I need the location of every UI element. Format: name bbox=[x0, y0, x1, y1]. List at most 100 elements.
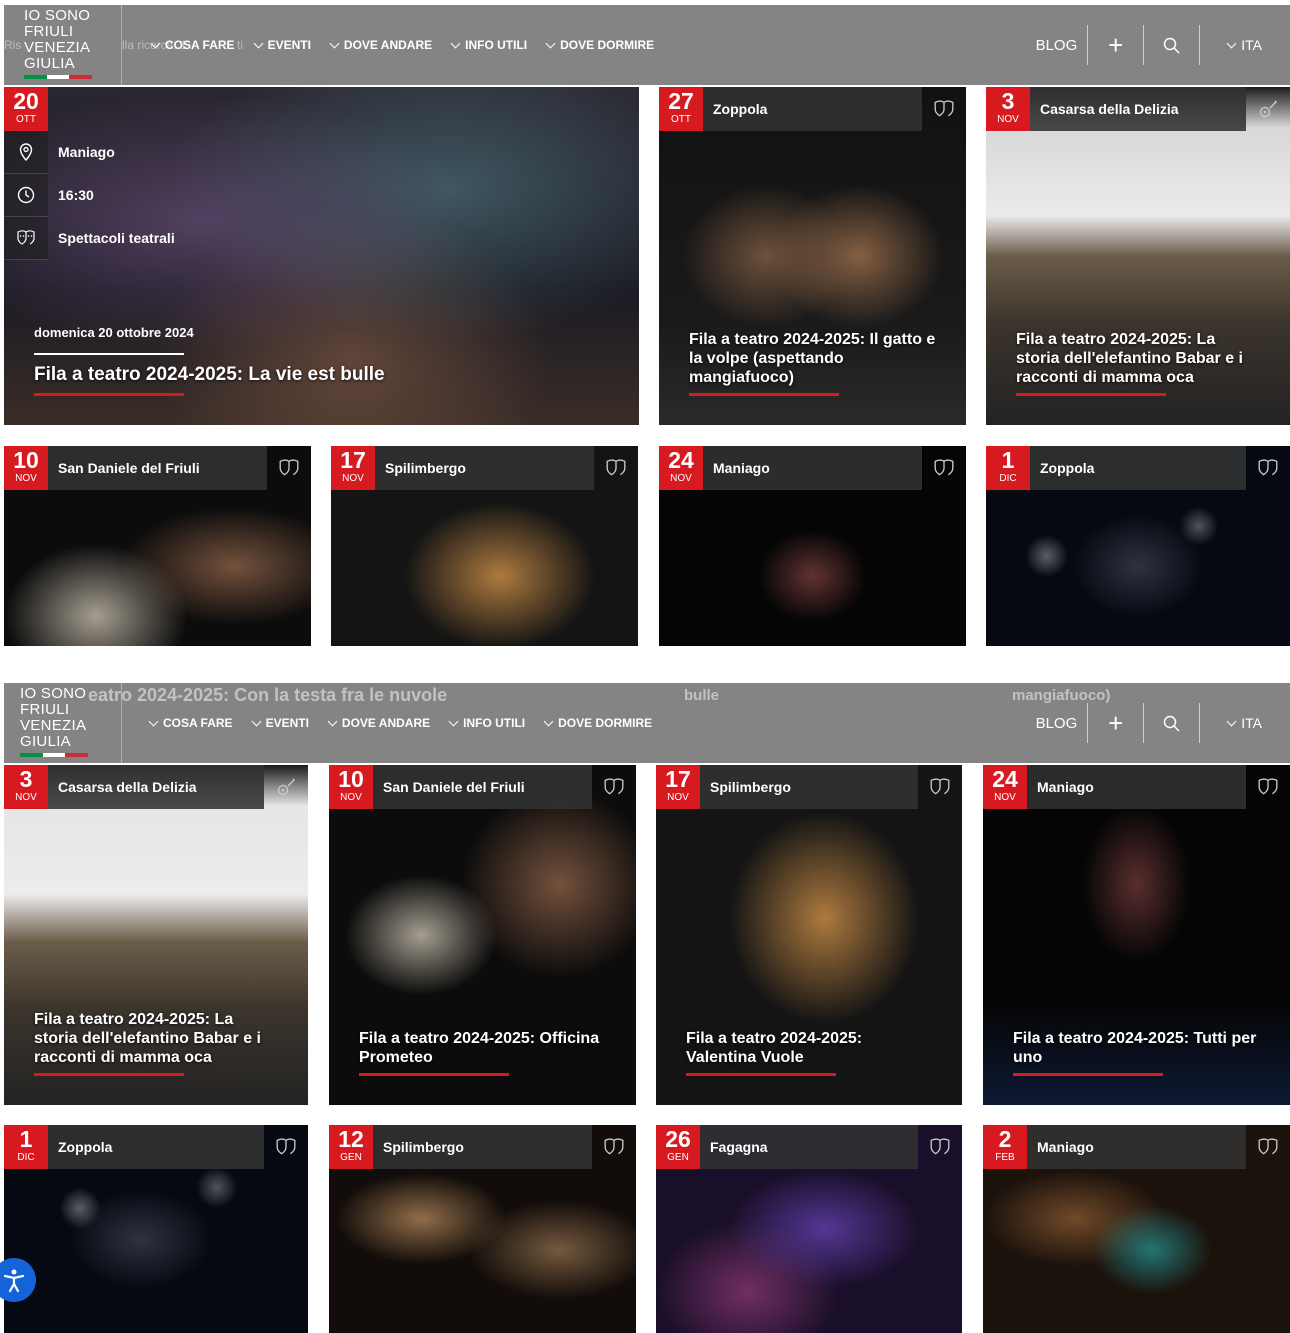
event-card[interactable]: 17 NOV Spilimbergo bbox=[331, 446, 638, 646]
menu-info-utili[interactable]: INFO UTILI bbox=[448, 716, 525, 730]
search-icon[interactable] bbox=[1144, 703, 1199, 743]
date-month: GEN bbox=[667, 1152, 689, 1163]
event-location: Spilimbergo bbox=[700, 765, 918, 809]
event-title[interactable]: Fila a teatro 2024-2025: Tutti per uno bbox=[1013, 1029, 1260, 1067]
theater-masks-icon bbox=[594, 446, 638, 490]
theater-masks-icon bbox=[592, 765, 636, 809]
date-badge: 1 DIC bbox=[986, 446, 1030, 490]
date-badge: 24 NOV bbox=[983, 765, 1027, 809]
header-actions: BLOG + ITA bbox=[1036, 5, 1290, 85]
plus-icon[interactable]: + bbox=[1088, 703, 1143, 743]
event-location: Fagagna bbox=[700, 1125, 918, 1169]
date-month: DIC bbox=[999, 473, 1017, 484]
main-menu: COSA FARE EVENTI DOVE ANDARE INFO UTILI … bbox=[148, 683, 652, 763]
menu-dove-andare[interactable]: DOVE ANDARE bbox=[327, 716, 430, 730]
date-badge: 3 NOV bbox=[4, 765, 48, 809]
blog-link[interactable]: BLOG bbox=[1036, 37, 1088, 54]
event-card[interactable]: 26 GEN Fagagna bbox=[656, 1125, 962, 1333]
menu-cosa-fare[interactable]: COSA FARE bbox=[150, 38, 235, 52]
date-badge: 1 DIC bbox=[4, 1125, 48, 1169]
chevron-down-icon bbox=[148, 716, 159, 726]
event-card[interactable]: 3 NOV Casarsa della Delizia Fila a teatro… bbox=[986, 87, 1290, 425]
featured-title[interactable]: Fila a teatro 2024-2025: La vie est bull… bbox=[34, 364, 385, 386]
date-month: NOV bbox=[15, 792, 37, 803]
chevron-down-icon bbox=[251, 716, 262, 726]
search-icon[interactable] bbox=[1144, 25, 1199, 65]
chevron-down-icon bbox=[253, 38, 264, 48]
event-card[interactable]: 27 OTT Zoppola Fila a teatro 2024-2025: I… bbox=[659, 87, 966, 425]
theater-masks-icon bbox=[918, 765, 962, 809]
date-badge: 17 NOV bbox=[656, 765, 700, 809]
date-badge: 20 OTT bbox=[4, 87, 48, 131]
date-day: 24 bbox=[668, 447, 694, 473]
site-logo[interactable]: IO SONO FRIULI VENEZIA GIULIA bbox=[4, 5, 122, 85]
date-badge: 2 FEB bbox=[983, 1125, 1027, 1169]
date-day: 27 bbox=[668, 88, 694, 114]
logo-line: IO SONO bbox=[24, 7, 91, 24]
event-location: Spilimbergo bbox=[375, 446, 594, 490]
logo-line: GIULIA bbox=[20, 733, 71, 750]
event-card[interactable]: 2 FEB Maniago bbox=[983, 1125, 1290, 1333]
theater-masks-icon bbox=[1246, 1125, 1290, 1169]
menu-cosa-fare[interactable]: COSA FARE bbox=[148, 716, 233, 730]
featured-time: 16:30 bbox=[58, 187, 94, 203]
menu-dove-dormire[interactable]: DOVE DORMIRE bbox=[543, 716, 652, 730]
event-title[interactable]: Fila a teatro 2024-2025: Il gatto e la v… bbox=[689, 330, 936, 387]
guitar-icon bbox=[1246, 87, 1290, 131]
title-underline bbox=[689, 393, 839, 396]
date-day: 20 bbox=[13, 88, 39, 114]
date-day: 24 bbox=[992, 766, 1018, 792]
event-card[interactable]: 3 NOV Casarsa della Delizia Fila a teatro… bbox=[4, 765, 308, 1105]
plus-icon[interactable]: + bbox=[1088, 25, 1143, 65]
event-title[interactable]: Fila a teatro 2024-2025: Valentina Vuole bbox=[686, 1029, 932, 1067]
menu-label: DOVE ANDARE bbox=[343, 38, 433, 52]
event-card[interactable]: 24 NOV Maniago bbox=[659, 446, 966, 646]
menu-info-utili[interactable]: INFO UTILI bbox=[450, 38, 527, 52]
menu-eventi[interactable]: EVENTI bbox=[251, 716, 309, 730]
title-underline bbox=[34, 1073, 184, 1076]
date-month: NOV bbox=[997, 114, 1019, 125]
menu-eventi[interactable]: EVENTI bbox=[253, 38, 311, 52]
event-location: Zoppola bbox=[703, 87, 922, 131]
date-month: DIC bbox=[17, 1152, 35, 1163]
date-day: 1 bbox=[1001, 447, 1015, 473]
chevron-down-icon bbox=[1226, 38, 1237, 48]
event-card[interactable]: 12 GEN Spilimbergo bbox=[329, 1125, 636, 1333]
event-card[interactable]: 1 DIC Zoppola bbox=[4, 1125, 308, 1333]
chevron-down-icon bbox=[448, 716, 459, 726]
date-day: 1 bbox=[19, 1126, 33, 1152]
chevron-down-icon bbox=[329, 38, 340, 48]
main-menu: COSA FARE EVENTI DOVE ANDARE INFO UTILI … bbox=[150, 5, 654, 85]
language-label: ITA bbox=[1241, 715, 1262, 731]
date-month: OTT bbox=[16, 114, 36, 125]
menu-label: EVENTI bbox=[265, 716, 309, 730]
menu-dove-andare[interactable]: DOVE ANDARE bbox=[329, 38, 433, 52]
event-location: Casarsa della Delizia bbox=[1030, 87, 1246, 131]
chevron-down-icon bbox=[1226, 716, 1237, 726]
language-selector[interactable]: ITA bbox=[1200, 37, 1290, 53]
event-card[interactable]: 10 NOV San Daniele del Friuli bbox=[4, 446, 311, 646]
theater-masks-icon bbox=[922, 446, 966, 490]
event-card[interactable]: 10 NOV San Daniele del Friuli Fila a teat… bbox=[329, 765, 636, 1105]
event-card[interactable]: 24 NOV Maniago Fila a teatro 2024-2025: T… bbox=[983, 765, 1290, 1105]
date-badge: 10 NOV bbox=[329, 765, 373, 809]
event-title[interactable]: Fila a teatro 2024-2025: La storia dell'… bbox=[1016, 330, 1260, 387]
event-title[interactable]: Fila a teatro 2024-2025: Officina Promet… bbox=[359, 1029, 606, 1067]
title-underline bbox=[1016, 393, 1166, 396]
theater-masks-icon bbox=[918, 1125, 962, 1169]
featured-event-card[interactable]: 20 OTT Maniago 16:30 Spettacoli teatrali… bbox=[4, 87, 639, 425]
location-pin-icon bbox=[4, 131, 48, 174]
menu-dove-dormire[interactable]: DOVE DORMIRE bbox=[545, 38, 654, 52]
site-logo[interactable]: IO SONO FRIULI VENEZIA GIULIA bbox=[4, 683, 122, 763]
event-title[interactable]: Fila a teatro 2024-2025: La storia dell'… bbox=[34, 1010, 278, 1067]
date-month: NOV bbox=[667, 792, 689, 803]
event-location: Casarsa della Delizia bbox=[48, 765, 264, 809]
menu-label: COSA FARE bbox=[165, 38, 235, 52]
guitar-icon bbox=[264, 765, 308, 809]
language-selector[interactable]: ITA bbox=[1200, 715, 1290, 731]
event-card[interactable]: 17 NOV Spilimbergo Fila a teatro 2024-202… bbox=[656, 765, 962, 1105]
blog-link[interactable]: BLOG bbox=[1036, 715, 1088, 732]
title-underline bbox=[359, 1073, 509, 1076]
event-location: San Daniele del Friuli bbox=[373, 765, 592, 809]
event-card[interactable]: 1 DIC Zoppola bbox=[986, 446, 1290, 646]
